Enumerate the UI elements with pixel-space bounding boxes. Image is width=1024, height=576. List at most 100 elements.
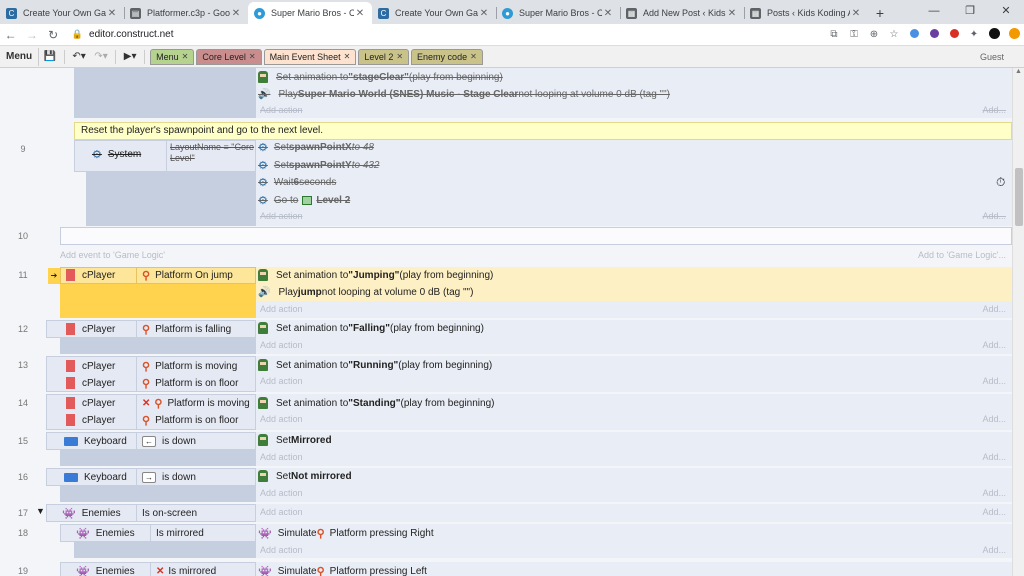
add-action-short[interactable]: Add... [982,452,1006,466]
save-icon[interactable]: 💾 [39,51,61,62]
event-sheet[interactable]: Set animation to "stageClear" (play from… [0,68,1012,576]
browser-tab[interactable]: ● Super Mario Bros - Con ✕ [496,2,620,24]
action-play-audio[interactable]: 🔊 Play Super Mario World (SNES) Music - … [258,86,670,102]
condition-block[interactable] [60,486,256,502]
tab-core-level[interactable]: Core Level ✕ [196,48,262,65]
scroll-up-icon[interactable]: ▲ [1013,68,1024,80]
browser-tab[interactable]: ▦ Add New Post ‹ Kids K ✕ [620,2,744,24]
action-set-animation[interactable]: Set animation to "stageClear" (play from… [258,69,503,85]
tab-menu[interactable]: Menu ✕ [150,48,195,65]
condition-text[interactable]: Is on-screen [142,505,197,521]
condition-object[interactable]: cPlayer [66,321,115,337]
add-action-link[interactable]: Add action [260,376,303,390]
action-set-var[interactable]: ⚙ Set spawnPointX to 48 [258,139,374,155]
close-tab-icon[interactable]: ✕ [230,8,242,19]
install-app-icon[interactable]: ⧉ [824,29,844,40]
condition-object[interactable]: cPlayer [66,412,115,428]
condition-block[interactable] [86,172,256,226]
condition-object[interactable]: cPlayer [66,395,115,411]
condition-object[interactable]: Keyboard [64,469,127,485]
action-play-audio[interactable]: 🔊 Play jump not looping at volume 0 dB (… [258,284,473,300]
add-action-link[interactable]: Add action [260,340,303,354]
add-action-short[interactable]: Add... [982,507,1006,521]
redo-icon[interactable]: ↷▾ [90,51,112,62]
action-set-animation[interactable]: Set animation to "Jumping" (play from be… [258,267,493,283]
condition-object[interactable]: 👾 Enemies [76,563,135,576]
add-action-link[interactable]: Add action [260,488,303,502]
extension-blue-icon[interactable] [904,28,924,41]
restore-icon[interactable]: ❐ [952,0,988,22]
condition-text[interactable]: ← is down [142,433,196,449]
condition-object[interactable]: 👾 Enemies [76,525,135,541]
add-action-link[interactable]: Add action [260,507,303,521]
empty-event-row[interactable] [60,227,1012,245]
add-action-short[interactable]: Add... [982,340,1006,354]
close-tab-icon[interactable]: ✕ [478,8,490,19]
browser-tab[interactable]: ▦ Posts ‹ Kids Koding Aca ✕ [744,2,868,24]
add-action-link[interactable]: Add action [260,105,303,119]
condition-text[interactable]: ✕ ⚲ Platform is moving [142,395,250,411]
close-window-icon[interactable]: ✕ [988,0,1024,22]
menu-button[interactable]: Menu [0,47,40,66]
condition-text[interactable]: ⚲ Platform is moving [142,358,237,374]
condition-text[interactable]: ⚲ Platform is on floor [142,412,238,428]
vertical-scrollbar[interactable]: ▲ [1012,68,1024,576]
close-icon[interactable]: ✕ [182,49,189,65]
close-icon[interactable]: ✕ [396,49,403,65]
condition-text[interactable]: ⚲ Platform is falling [142,321,231,337]
condition-text[interactable]: ⚲ Platform is on floor [142,375,238,391]
action-go-to-layout[interactable]: ⚙ Go to Level 2 [258,192,350,208]
tab-enemy-code[interactable]: Enemy code ✕ [411,48,483,65]
condition-block[interactable] [74,542,256,558]
reload-icon[interactable]: ↻ [43,28,64,42]
close-tab-icon[interactable]: ✕ [354,8,366,19]
action-simulate-control[interactable]: 👾 Simulate ⚲ Platform pressing Right [258,525,434,541]
scrollbar-thumb[interactable] [1015,168,1023,226]
condition-object[interactable]: cPlayer [66,267,115,283]
extension-record-icon[interactable] [924,28,944,41]
action-simulate-control[interactable]: 👾 Simulate ⚲ Platform pressing Left [258,563,427,576]
update-icon[interactable] [1004,27,1024,42]
close-icon[interactable]: ✕ [344,49,351,65]
condition-object[interactable]: cPlayer [66,358,115,374]
close-icon[interactable]: ✕ [470,49,477,65]
condition-object[interactable]: Keyboard [64,433,127,449]
condition-block[interactable] [60,284,256,318]
tab-main-event-sheet[interactable]: Main Event Sheet ✕ [263,48,357,65]
event-comment[interactable]: Reset the player's spawnpoint and go to … [74,122,1012,140]
forward-icon[interactable]: → [21,28,42,42]
extension-red-icon[interactable] [944,28,964,41]
add-action-link[interactable]: Add action [260,545,303,559]
browser-tab-active[interactable]: ● Super Mario Bros - Con ✕ [248,2,372,24]
add-action-short[interactable]: Add... [982,304,1006,318]
avatar[interactable] [984,27,1004,42]
browser-tab[interactable]: C Create Your Own Game ✕ [0,2,124,24]
play-icon[interactable]: ▶▾ [119,51,141,62]
condition-text[interactable]: Is mirrored [156,525,204,541]
key-icon[interactable]: ⚿ [844,29,864,40]
add-action-link[interactable]: Add action [260,211,303,225]
action-set-mirrored[interactable]: Set Mirrored [258,432,332,448]
close-tab-icon[interactable]: ✕ [106,8,118,19]
action-set-animation[interactable]: Set animation to "Falling" (play from be… [258,320,484,336]
add-action-short[interactable]: Add... [982,545,1006,559]
action-set-animation[interactable]: Set animation to "Standing" (play from b… [258,395,494,411]
close-tab-icon[interactable]: ✕ [602,8,614,19]
collapse-arrow-icon[interactable]: ▼ [36,506,45,516]
add-event-right-link[interactable]: Add to 'Game Logic'... [918,250,1006,264]
add-action-link[interactable]: Add action [260,304,303,318]
action-set-animation[interactable]: Set animation to "Running" (play from be… [258,357,492,373]
add-action-link[interactable]: Add action [260,452,303,466]
action-set-var[interactable]: ⚙ Set spawnPointY to 432 [258,157,380,173]
action-set-not-mirrored[interactable]: Set Not mirrored [258,468,352,484]
browser-tab[interactable]: C Create Your Own Game ✕ [372,2,496,24]
close-tab-icon[interactable]: ✕ [726,8,738,19]
add-action-link[interactable]: Add action [260,414,303,428]
add-event-link[interactable]: Add event to 'Game Logic' [60,250,165,264]
close-tab-icon[interactable]: ✕ [850,8,862,19]
condition-text[interactable]: → is down [142,469,196,485]
add-action-short[interactable]: Add... [982,105,1006,119]
close-icon[interactable]: ✕ [249,49,256,65]
add-action-short[interactable]: Add... [982,376,1006,390]
condition-text[interactable]: ✕ Is mirrored [156,563,216,576]
